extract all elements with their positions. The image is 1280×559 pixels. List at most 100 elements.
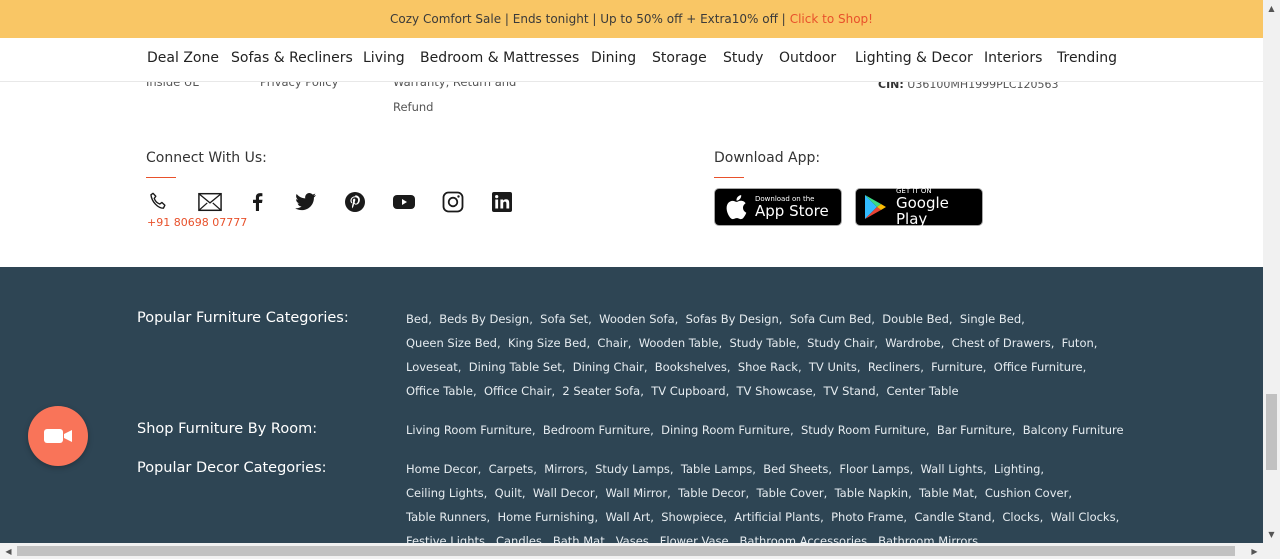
category-link[interactable]: Double Bed [882,312,956,326]
nav-item-interiors[interactable]: Interiors [984,50,1042,66]
category-link[interactable]: Center Table [886,384,958,398]
category-link[interactable]: Queen Size Bed [406,336,504,350]
promo-cta-link[interactable]: Click to Shop! [790,12,873,26]
category-link[interactable]: Futon [1062,336,1101,350]
category-link[interactable]: Wall Art [605,510,657,524]
horizontal-scroll-thumb[interactable] [17,546,1235,556]
category-link[interactable]: Wooden Sofa [599,312,682,326]
category-link[interactable]: Balcony Furniture [1023,423,1124,437]
scroll-right-arrow-icon[interactable]: ▶ [1246,543,1263,559]
nav-item-lighting-decor[interactable]: Lighting & Decor [855,50,973,66]
category-link[interactable]: Floor Lamps [839,462,917,476]
footer-link-refund[interactable]: Refund [393,100,433,114]
category-link[interactable]: Artificial Plants [734,510,827,524]
category-link[interactable]: Sofa Set [540,312,595,326]
category-link[interactable]: Ceiling Lights [406,486,491,500]
category-link[interactable]: Candle Stand [914,510,998,524]
category-link[interactable]: Table Runners [406,510,494,524]
category-link[interactable]: Photo Frame [831,510,911,524]
category-link[interactable]: Chair [597,336,635,350]
app-store-badge[interactable]: Download on the App Store [714,188,842,226]
category-link[interactable]: Bar Furniture [937,423,1019,437]
category-link[interactable]: Office Furniture [994,360,1090,374]
scroll-down-arrow-icon[interactable]: ▼ [1263,526,1280,543]
horizontal-scrollbar[interactable]: ◀ ▶ [0,543,1280,559]
category-link[interactable]: Cushion Cover [985,486,1076,500]
category-link[interactable]: Bed [406,312,436,326]
category-link[interactable]: TV Showcase [737,384,820,398]
category-link[interactable]: King Size Bed [508,336,594,350]
category-link[interactable]: Lighting [994,462,1048,476]
nav-item-sofas-recliners[interactable]: Sofas & Recliners [231,50,353,66]
scroll-left-arrow-icon[interactable]: ◀ [0,543,17,559]
nav-item-living[interactable]: Living [363,50,405,66]
linkedin-icon[interactable] [490,190,514,214]
category-link[interactable]: Dining Chair [573,360,651,374]
category-link[interactable]: Study Chair [807,336,881,350]
nav-item-bedroom-mattresses[interactable]: Bedroom & Mattresses [420,50,579,66]
category-link[interactable]: Wall Clocks [1051,510,1123,524]
google-play-badge[interactable]: GET IT ON Google Play [855,187,983,227]
category-link[interactable]: Furniture [931,360,990,374]
category-link[interactable]: Bookshelves [655,360,734,374]
category-link[interactable]: Bed Sheets [763,462,835,476]
facebook-icon[interactable] [245,190,269,214]
category-link[interactable]: Table Napkin [835,486,916,500]
category-link[interactable]: Carpets [489,462,541,476]
category-link[interactable]: Table Lamps [681,462,760,476]
phone-number[interactable]: +91 80698 07777 [147,216,247,229]
category-link[interactable]: TV Stand [824,384,883,398]
promo-banner[interactable]: Cozy Comfort Sale | Ends tonight | Up to… [0,0,1263,38]
category-link[interactable]: Bedroom Furniture [543,423,658,437]
category-link[interactable]: Quilt [495,486,530,500]
pinterest-icon[interactable] [343,190,367,214]
category-link[interactable]: Dining Table Set [469,360,569,374]
twitter-icon[interactable] [294,190,318,214]
category-link[interactable]: Sofa Cum Bed [790,312,879,326]
category-link[interactable]: Table Mat [919,486,981,500]
nav-item-storage[interactable]: Storage [652,50,707,66]
category-link[interactable]: Study Room Furniture [801,423,933,437]
category-link[interactable]: Wall Decor [533,486,602,500]
vertical-scrollbar[interactable]: ▲ ▼ [1263,0,1280,543]
category-link[interactable]: Wall Lights [921,462,991,476]
category-link[interactable]: Clocks [1002,510,1047,524]
category-link[interactable]: Sofas By Design [686,312,786,326]
category-link[interactable]: Chest of Drawers [952,336,1058,350]
category-link[interactable]: Mirrors [544,462,591,476]
youtube-icon[interactable] [392,190,416,214]
category-link[interactable]: Wardrobe [885,336,948,350]
category-link[interactable]: Office Table [406,384,480,398]
email-icon[interactable] [198,190,222,214]
category-link[interactable]: Showpiece [661,510,730,524]
nav-item-trending[interactable]: Trending [1057,50,1117,66]
category-link[interactable]: Shoe Rack [738,360,805,374]
category-link[interactable]: Table Cover [757,486,831,500]
category-link[interactable]: Wooden Table [639,336,726,350]
category-link[interactable]: Table Decor [678,486,753,500]
category-link[interactable]: Recliners [868,360,928,374]
category-link[interactable]: Loveseat [406,360,465,374]
video-call-button[interactable] [28,406,88,466]
category-link[interactable]: Home Furnishing [498,510,602,524]
category-link[interactable]: 2 Seater Sofa [562,384,647,398]
category-link[interactable]: Study Lamps [595,462,677,476]
category-link[interactable]: TV Units [809,360,864,374]
category-link[interactable]: Office Chair [484,384,559,398]
category-link[interactable]: Study Table [729,336,803,350]
phone-icon[interactable] [146,190,170,214]
nav-item-outdoor[interactable]: Outdoor [779,50,836,66]
scroll-up-arrow-icon[interactable]: ▲ [1263,0,1280,17]
category-link[interactable]: Single Bed [960,312,1029,326]
category-link[interactable]: Beds By Design [439,312,536,326]
vertical-scroll-thumb[interactable] [1266,394,1277,470]
nav-item-dining[interactable]: Dining [591,50,636,66]
category-link[interactable]: Wall Mirror [606,486,675,500]
category-link[interactable]: Dining Room Furniture [661,423,797,437]
nav-item-deal-zone[interactable]: Deal Zone [147,50,219,66]
category-link[interactable]: TV Cupboard [651,384,733,398]
category-link[interactable]: Home Decor [406,462,485,476]
category-link[interactable]: Living Room Furniture [406,423,539,437]
instagram-icon[interactable] [441,190,465,214]
nav-item-study[interactable]: Study [723,50,763,66]
